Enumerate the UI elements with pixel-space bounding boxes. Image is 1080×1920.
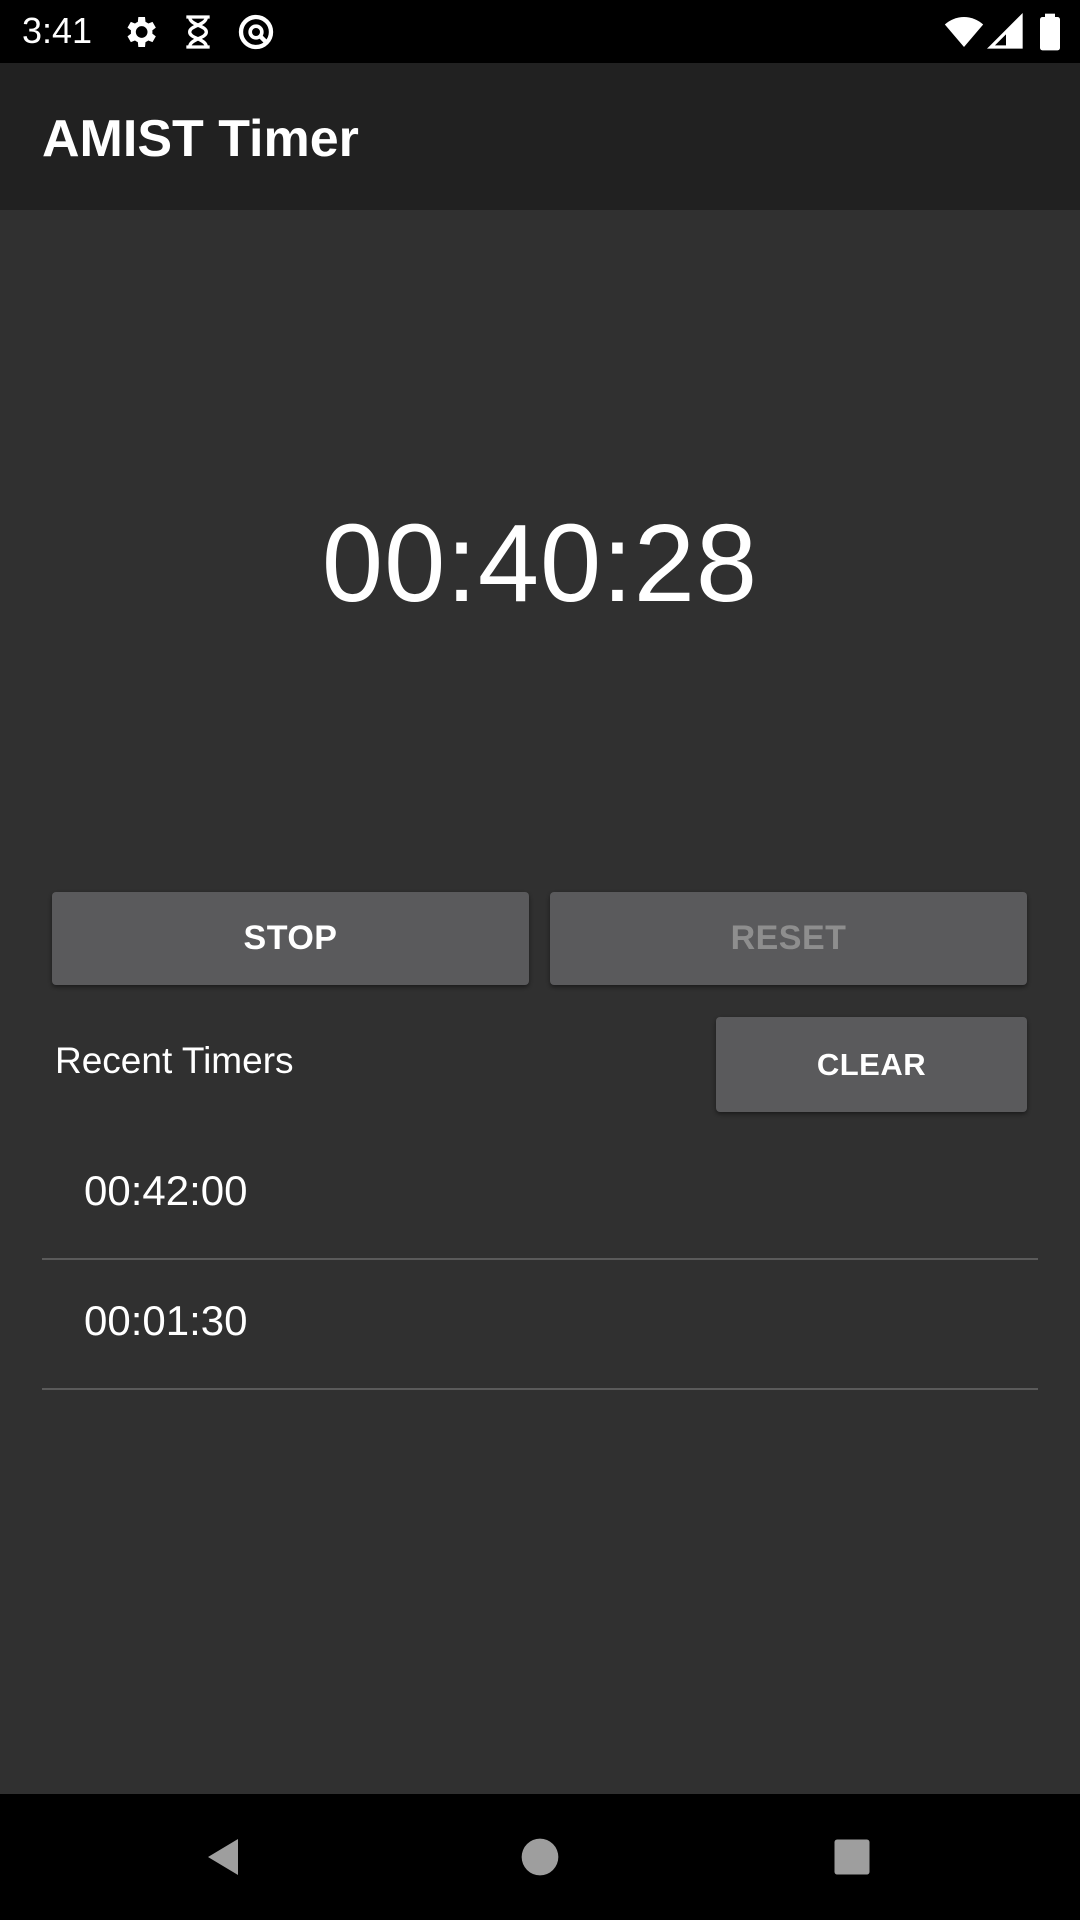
- list-item-time: 00:01:30: [84, 1297, 248, 1344]
- no-entry-icon: [236, 12, 276, 52]
- stop-button[interactable]: STOP: [52, 892, 529, 985]
- status-bar: 3:41: [0, 0, 1080, 63]
- list-item[interactable]: 00:01:30: [42, 1260, 1038, 1390]
- app-bar: AMIST Timer: [0, 63, 1080, 210]
- recents-icon[interactable]: [822, 1827, 882, 1887]
- battery-icon: [1030, 12, 1070, 52]
- wifi-icon: [944, 12, 984, 52]
- app-title: AMIST Timer: [42, 110, 359, 168]
- gear-icon: [120, 12, 160, 52]
- clear-button[interactable]: CLEAR: [716, 1017, 1027, 1112]
- reset-button[interactable]: RESET: [550, 892, 1027, 985]
- nav-bar: [0, 1794, 1080, 1920]
- hourglass-icon: [178, 12, 218, 52]
- recent-timers-list: 00:42:00 00:01:30: [42, 1130, 1038, 1390]
- status-time: 3:41: [22, 10, 93, 51]
- cell-signal-icon: [986, 12, 1026, 52]
- back-icon[interactable]: [194, 1827, 254, 1887]
- list-item-time: 00:42:00: [84, 1167, 248, 1214]
- recent-timers-heading: Recent Timers: [55, 1040, 294, 1081]
- list-item[interactable]: 00:42:00: [42, 1130, 1038, 1260]
- timer-display: 00:40:28: [321, 502, 759, 625]
- home-icon[interactable]: [510, 1827, 570, 1887]
